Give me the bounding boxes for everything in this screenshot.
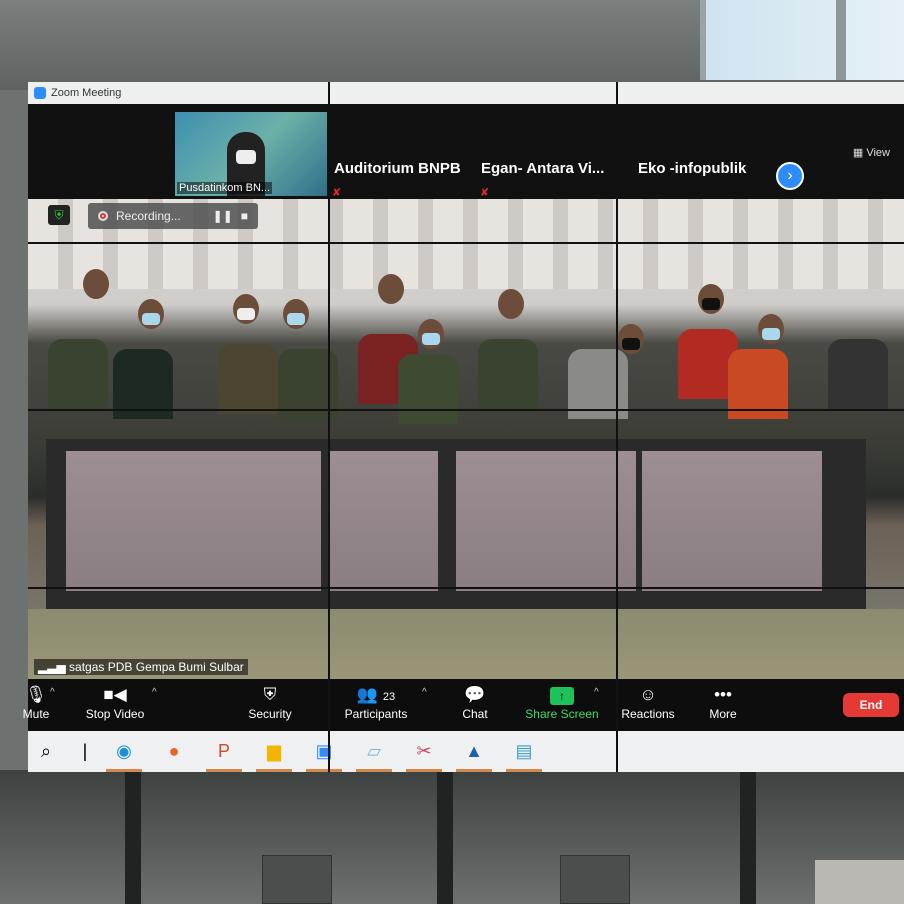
remote-desktop-icon[interactable]: ▤ [506, 738, 542, 772]
mic-muted-icon: ✘ [480, 187, 490, 199]
participant-name[interactable]: Auditorium BNPB [334, 160, 461, 177]
notepad-icon[interactable]: ▱ [356, 738, 392, 772]
stop-recording-button[interactable]: ■ [241, 209, 248, 223]
more-button[interactable]: ••• More [700, 683, 746, 721]
windows-taskbar: ⌕ | ◉ ● P ▆ ▣ ▱ ✂ ▲ ▤ [28, 731, 904, 772]
crowd [28, 269, 904, 439]
window-title: Zoom Meeting [51, 87, 122, 99]
title-bar: Zoom Meeting [28, 82, 904, 104]
shield-icon: ⛨ [263, 685, 277, 704]
view-button[interactable]: ▦ View [853, 146, 890, 159]
room-window [700, 0, 904, 80]
bezel [28, 587, 904, 589]
more-icon: ••• [714, 685, 732, 704]
zoom-icon[interactable]: ▣ [306, 738, 342, 772]
powerpoint-icon[interactable]: P [206, 738, 242, 772]
reactions-button[interactable]: ☺ Reactions [618, 683, 678, 721]
search-icon[interactable]: ⌕ [32, 738, 60, 766]
security-shield-icon[interactable]: ⛨ [48, 205, 70, 225]
recording-indicator: Recording... ❚❚ ■ [88, 203, 258, 229]
end-meeting-button[interactable]: End [843, 693, 899, 717]
reactions-icon: ☺ [639, 685, 657, 704]
mic-muted-icon: ✘ [332, 187, 342, 199]
video-options-caret[interactable]: ^ [152, 687, 157, 698]
zoom-logo-icon [34, 87, 46, 99]
edge-icon[interactable]: ◉ [106, 738, 142, 772]
participant-name[interactable]: Eko -infopublik [638, 160, 746, 177]
chat-button[interactable]: 💬 Chat [453, 683, 497, 721]
chat-icon: 💬 [464, 685, 486, 704]
bezel [28, 409, 904, 411]
speaker-label: ▂▃▅ satgas PDB Gempa Bumi Sulbar [34, 659, 248, 675]
share-screen-icon: ↑ [550, 687, 574, 705]
bezel [328, 82, 330, 772]
stand-post [125, 770, 141, 904]
thumbnail-strip: Pusdatinkom BN... Auditorium BNPB ✘ Egan… [28, 104, 904, 199]
stop-video-button[interactable]: ■◀ Stop Video [80, 683, 150, 721]
share-options-caret[interactable]: ^ [594, 687, 599, 698]
bezel [616, 82, 618, 772]
record-icon [98, 211, 108, 221]
security-button[interactable]: ⛨ Security [240, 683, 300, 721]
snipping-tool-icon[interactable]: ✂ [406, 738, 442, 772]
video-wall-screen: Zoom Meeting Pusdatinkom BN... Auditoriu… [23, 82, 904, 772]
chevron-right-icon: › [787, 167, 793, 184]
bezel [28, 242, 904, 244]
participants-button[interactable]: 👥 23 Participants [336, 683, 416, 721]
floor-box [560, 855, 630, 904]
table [46, 439, 866, 609]
video-camera-icon: ■◀ [103, 685, 127, 704]
participant-thumbnail[interactable]: Pusdatinkom BN... [175, 112, 327, 196]
main-video: ⛨ Recording... ❚❚ ■ ▂▃▅ satgas PDB Gempa… [28, 199, 904, 679]
desk [815, 860, 904, 904]
participants-icon: 👥 [356, 685, 379, 704]
share-screen-button[interactable]: ↑ Share Screen [520, 683, 604, 721]
audio-options-caret[interactable]: ^ [50, 687, 55, 698]
mute-button[interactable]: 🎙 Mute [6, 683, 66, 721]
microphone-icon: 🎙 [25, 685, 47, 704]
stand-post [740, 770, 756, 904]
file-explorer-icon[interactable]: ▆ [256, 738, 292, 772]
stand-post [437, 770, 453, 904]
participants-options-caret[interactable]: ^ [422, 687, 427, 698]
pause-recording-button[interactable]: ❚❚ [213, 209, 233, 223]
next-page-button[interactable]: › [776, 162, 804, 190]
photos-icon[interactable]: ▲ [456, 738, 492, 772]
participant-count: 23 [382, 691, 396, 703]
firefox-icon[interactable]: ● [160, 738, 188, 766]
participant-name[interactable]: Egan- Antara Vi... [481, 160, 604, 177]
task-view-icon[interactable]: | [82, 738, 88, 766]
floor-box [262, 855, 332, 904]
participant-name: Pusdatinkom BN... [177, 182, 273, 194]
grid-icon: ▦ [852, 147, 864, 159]
meeting-toolbar: 🎙 Mute ^ ■◀ Stop Video ^ ⛨ Security 👥 23 Par… [23, 679, 904, 731]
